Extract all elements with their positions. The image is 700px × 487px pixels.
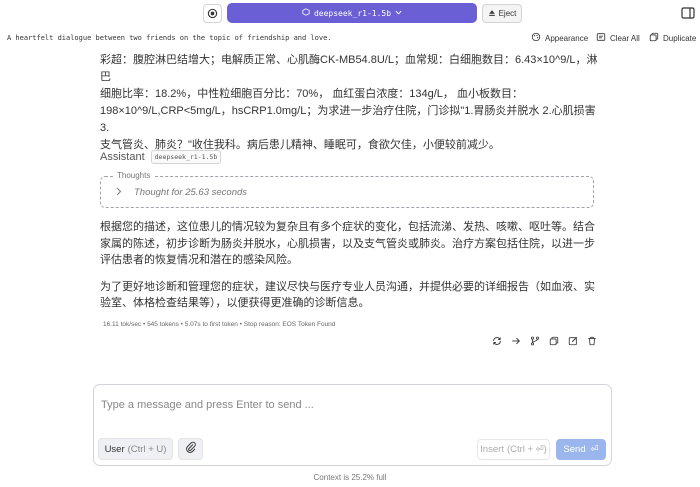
top-bar: deepseek_r1-1.5b Eject <box>0 0 700 26</box>
sidebar-toggle-icon[interactable] <box>680 5 696 21</box>
appearance-label: Appearance <box>545 33 589 43</box>
model-selector[interactable]: deepseek_r1-1.5b <box>227 3 477 23</box>
eject-button[interactable]: Eject <box>482 4 522 23</box>
role-toggle-button[interactable]: User (Ctrl + U) <box>98 438 173 460</box>
role-label: User <box>104 443 125 455</box>
insert-shortcut: (Ctrl + ⏎) <box>506 444 547 455</box>
clear-icon <box>596 32 606 44</box>
generation-stats: 16.11 tok/sec • 545 tokens • 5.07s to fi… <box>103 321 336 328</box>
sub-header: A heartfelt dialogue between two friends… <box>0 30 700 48</box>
response-paragraph: 根据您的描述，这位患儿的情况较为复杂且有多个症状的变化，包括流涕、发热、咳嗽、呕… <box>100 221 595 266</box>
model-tag: deepseek_r1-1.5b <box>150 150 222 164</box>
send-label: Send <box>563 444 586 455</box>
role-shortcut: (Ctrl + U) <box>127 443 167 455</box>
chevron-right-icon[interactable] <box>115 187 122 199</box>
duplicate-label: Duplicate <box>663 33 697 43</box>
user-message-line: 细胞比率：18.2%，中性粒细胞百分比：70%， 血红蛋白浓度：134g/L， … <box>100 88 523 100</box>
system-prompt[interactable]: A heartfelt dialogue between two friends… <box>7 34 332 42</box>
appearance-button[interactable]: Appearance <box>531 32 588 44</box>
insert-button[interactable]: Insert (Ctrl + ⏎) <box>477 439 550 460</box>
context-usage: Context is 25.2% full <box>313 473 387 482</box>
eject-icon <box>488 9 496 19</box>
thoughts-box[interactable]: Thoughts Thought for 25.63 seconds <box>100 171 594 208</box>
duplicate-icon <box>649 32 659 44</box>
delete-icon[interactable] <box>585 334 599 348</box>
cube-icon <box>302 8 310 18</box>
eject-label: Eject <box>498 9 517 18</box>
chevron-down-icon <box>395 9 402 18</box>
copy-icon[interactable] <box>547 334 561 348</box>
palette-icon <box>531 32 541 44</box>
clear-all-label: Clear All <box>610 33 640 43</box>
branch-icon[interactable] <box>528 334 542 348</box>
assistant-response: 根据您的描述，这位患儿的情况较为复杂且有多个症状的变化，包括流涕、发热、咳嗽、呕… <box>100 219 605 322</box>
edit-icon[interactable] <box>566 334 580 348</box>
regenerate-icon[interactable] <box>490 334 504 348</box>
duplicate-button[interactable]: Duplicate <box>649 32 696 44</box>
user-message-line: 彩超：腹腔淋巴结增大；电解质正常、心肌酶CK-MB54.8U/L；血常规：白细胞… <box>100 54 598 83</box>
message-composer: User (Ctrl + U) Insert (Ctrl + ⏎) Send ⏎ <box>93 384 612 466</box>
assistant-label: Assistant <box>100 151 145 163</box>
paperclip-icon <box>185 440 197 458</box>
user-message: 彩超：腹腔淋巴结增大；电解质正常、心肌酶CK-MB54.8U/L；血常规：白细胞… <box>100 52 600 154</box>
thoughts-legend: Thoughts <box>113 171 155 180</box>
response-paragraph: 为了更好地诊断和管理您的症状，建议尽快与医疗专业人员沟通，并提供必要的详细报告（… <box>100 280 595 310</box>
continue-icon[interactable] <box>509 334 523 348</box>
enter-key-icon: ⏎ <box>590 444 599 455</box>
clear-all-button[interactable]: Clear All <box>596 32 640 44</box>
target-icon[interactable] <box>203 4 222 23</box>
send-button[interactable]: Send ⏎ <box>556 439 606 460</box>
thoughts-summary: Thought for 25.63 seconds <box>134 187 248 198</box>
message-input[interactable] <box>101 393 601 417</box>
attach-button[interactable] <box>178 438 203 460</box>
user-message-line: 198×10^9/L,CRP<5mg/L，hsCRP1.0mg/L；为求进一步治… <box>100 105 596 134</box>
assistant-header: Assistant deepseek_r1-1.5b <box>100 150 222 164</box>
model-name: deepseek_r1-1.5b <box>313 8 392 18</box>
message-actions <box>490 334 599 352</box>
insert-label: Insert <box>480 444 504 455</box>
